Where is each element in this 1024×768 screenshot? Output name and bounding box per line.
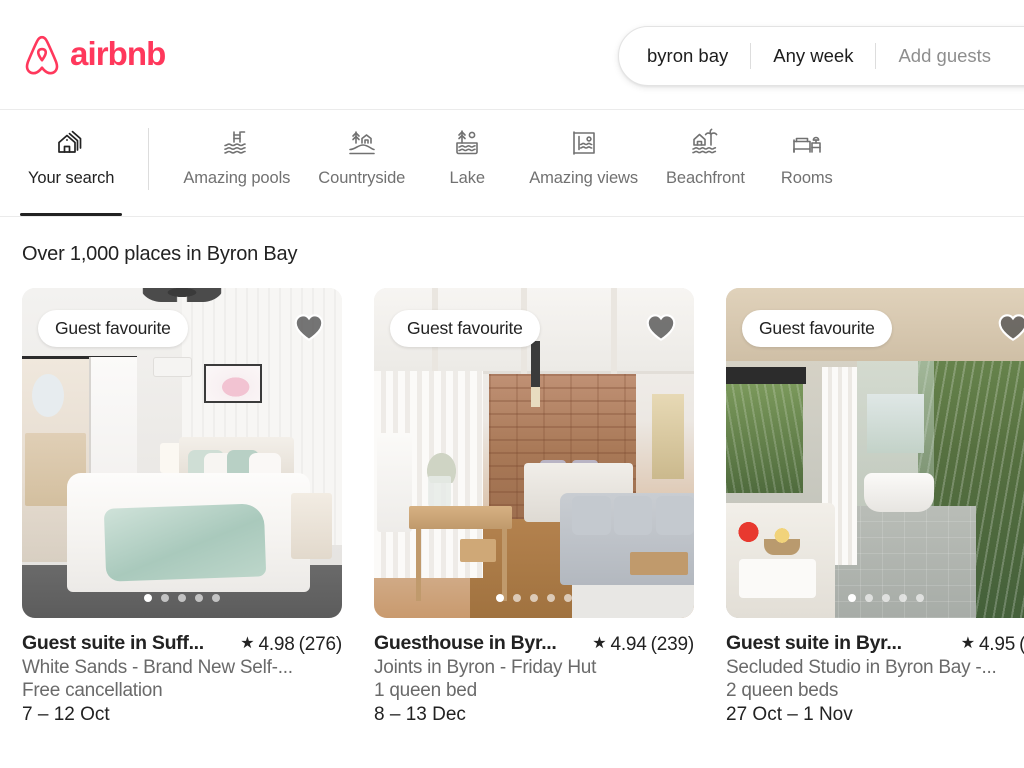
carousel-dots[interactable] [374, 594, 694, 602]
review-count: (38 [1019, 634, 1024, 656]
listing-photo-carousel[interactable]: Guest favourite [22, 288, 342, 618]
listing-title-row: Guest suite in Suff... ★ 4.98 (276) [22, 632, 342, 656]
listing-rating: ★ 4.95 (38 [961, 634, 1024, 656]
rooms-bed-icon [792, 126, 822, 160]
views-icon [569, 126, 599, 160]
category-bar: Your search Amazing pools Countryside La… [0, 110, 1024, 217]
results-heading: Over 1,000 places in Byron Bay [22, 243, 298, 265]
listing-title: Guest suite in Byr... [726, 632, 902, 654]
guest-favourite-badge: Guest favourite [38, 310, 188, 347]
carousel-dot[interactable] [496, 594, 504, 602]
category-label: Your search [28, 169, 115, 187]
listing-title-row: Guesthouse in Byr... ★ 4.94 (239) [374, 632, 694, 656]
listing-info: Guest suite in Suff... ★ 4.98 (276) Whit… [22, 618, 342, 726]
category-label: Rooms [780, 169, 833, 187]
carousel-dot[interactable] [212, 594, 220, 602]
star-icon: ★ [960, 635, 975, 652]
listing-card[interactable]: Guest favourite Guest suite in Suff... ★… [22, 288, 342, 726]
search-dates-field[interactable]: Any week [751, 33, 875, 79]
category-amazing-views[interactable]: Amazing views [515, 110, 652, 216]
category-amazing-pools[interactable]: Amazing pools [169, 110, 304, 216]
category-label: Countryside [318, 169, 406, 187]
category-label: Lake [449, 169, 485, 187]
carousel-dot[interactable] [547, 594, 555, 602]
listing-dates: 27 Oct – 1 Nov [726, 704, 853, 725]
review-count: (239) [650, 634, 695, 655]
category-label: Amazing views [529, 169, 638, 187]
carousel-dots[interactable] [726, 594, 1024, 602]
carousel-dot[interactable] [916, 594, 924, 602]
listing-subtitle: Joints in Byron - Friday Hut [374, 657, 597, 678]
star-icon: ★ [240, 635, 255, 652]
lake-icon [452, 126, 482, 160]
listing-detail: Free cancellation [22, 680, 163, 701]
category-label: Beachfront [666, 169, 745, 187]
carousel-dot[interactable] [899, 594, 907, 602]
rating-value: 4.94 [610, 634, 647, 655]
category-countryside[interactable]: Countryside [304, 110, 419, 216]
carousel-dot[interactable] [530, 594, 538, 602]
beachfront-icon [690, 126, 720, 160]
results-section: Over 1,000 places in Byron Bay Guest fav… [0, 217, 1024, 726]
favourite-heart-icon[interactable] [644, 310, 678, 344]
listing-photo-carousel[interactable]: Guest favourite [374, 288, 694, 618]
listing-card[interactable]: Guest favourite Guest suite in Byr... ★ … [726, 288, 1024, 726]
listing-info: Guesthouse in Byr... ★ 4.94 (239) Joints… [374, 618, 694, 726]
listing-card[interactable]: Guest favourite Guesthouse in Byr... ★ 4… [374, 288, 694, 726]
listing-dates: 8 – 13 Dec [374, 704, 466, 725]
house-search-icon [56, 126, 86, 160]
site-header: airbnb byron bay Any week Add guests [0, 0, 1024, 110]
category-your-search[interactable]: Your search [14, 110, 128, 216]
listing-detail: 2 queen beds [726, 680, 839, 701]
category-rooms[interactable]: Rooms [759, 110, 855, 216]
category-beachfront[interactable]: Beachfront [652, 110, 759, 216]
carousel-dot[interactable] [144, 594, 152, 602]
listing-subtitle: White Sands - Brand New Self-... [22, 657, 293, 678]
listing-rating: ★ 4.94 (239) [592, 634, 694, 656]
airbnb-belo-icon [22, 34, 62, 76]
pool-icon [222, 126, 252, 160]
carousel-dot[interactable] [882, 594, 890, 602]
listing-grid: Guest favourite Guest suite in Suff... ★… [22, 288, 1024, 726]
favourite-heart-icon[interactable] [292, 310, 326, 344]
carousel-dot[interactable] [161, 594, 169, 602]
guest-favourite-badge: Guest favourite [742, 310, 892, 347]
listing-rating: ★ 4.98 (276) [240, 634, 342, 656]
listing-title: Guesthouse in Byr... [374, 632, 557, 654]
listing-photo-carousel[interactable]: Guest favourite [726, 288, 1024, 618]
listing-title: Guest suite in Suff... [22, 632, 204, 654]
carousel-dot[interactable] [513, 594, 521, 602]
listing-title-row: Guest suite in Byr... ★ 4.95 (38 [726, 632, 1024, 656]
listing-subtitle: Secluded Studio in Byron Bay -... [726, 657, 997, 678]
rating-value: 4.98 [258, 634, 295, 655]
star-icon: ★ [592, 635, 607, 652]
countryside-icon [347, 126, 377, 160]
category-divider [148, 128, 150, 190]
listing-dates: 7 – 12 Oct [22, 704, 110, 725]
carousel-dot[interactable] [848, 594, 856, 602]
search-guests-field[interactable]: Add guests [876, 33, 1013, 79]
carousel-dot[interactable] [564, 594, 572, 602]
category-lake[interactable]: Lake [419, 110, 515, 216]
search-location-field[interactable]: byron bay [625, 33, 750, 79]
logo-wordmark: airbnb [70, 35, 166, 72]
listing-info: Guest suite in Byr... ★ 4.95 (38 Seclude… [726, 618, 1024, 726]
review-count: (276) [298, 634, 343, 655]
favourite-heart-icon[interactable] [996, 310, 1024, 344]
carousel-dot[interactable] [195, 594, 203, 602]
category-label: Amazing pools [183, 169, 291, 187]
search-bar[interactable]: byron bay Any week Add guests [618, 26, 1024, 86]
rating-value: 4.95 [978, 634, 1016, 655]
carousel-dot[interactable] [178, 594, 186, 602]
carousel-dot[interactable] [865, 594, 873, 602]
carousel-dots[interactable] [22, 594, 342, 602]
listing-detail: 1 queen bed [374, 680, 477, 701]
guest-favourite-badge: Guest favourite [390, 310, 540, 347]
airbnb-logo[interactable]: airbnb [22, 33, 166, 77]
